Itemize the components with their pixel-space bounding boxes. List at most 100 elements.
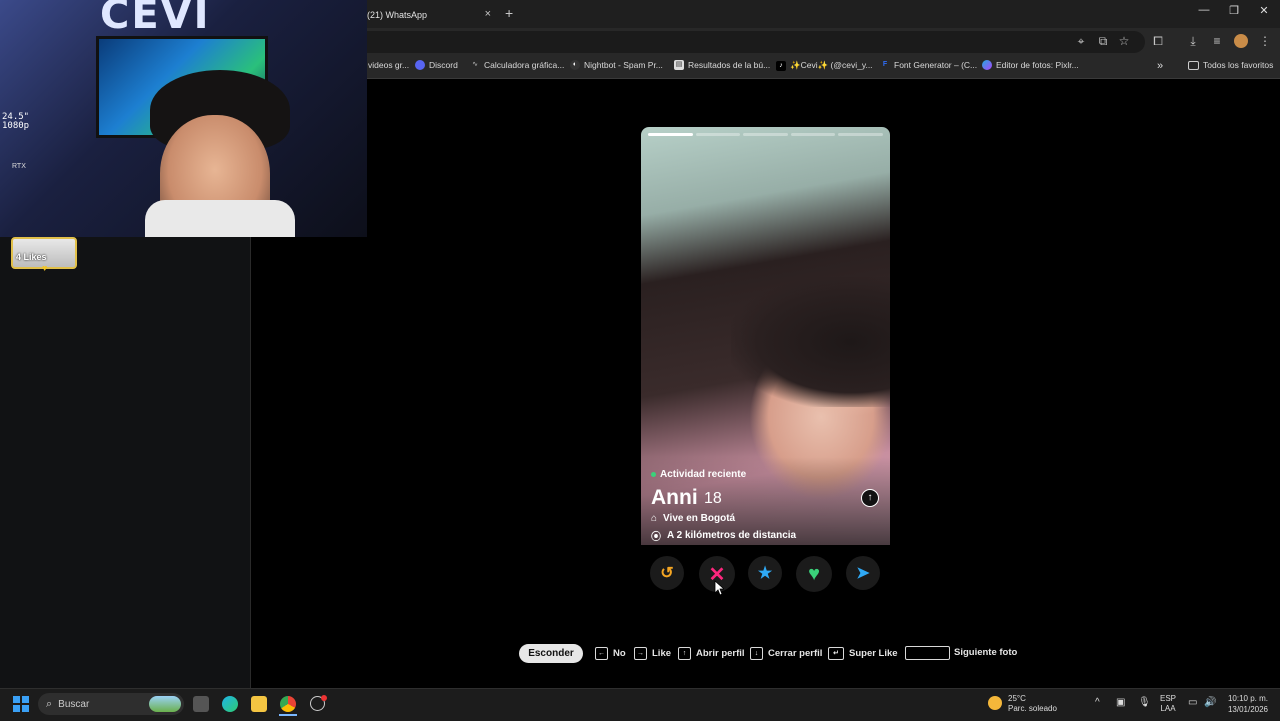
bookmark-item[interactable]: ◐ Nightbot - Spam Pr... <box>570 60 663 70</box>
location-icon[interactable]: ⌖ <box>1073 34 1089 49</box>
tiktok-icon: ♪ <box>776 60 786 71</box>
left-arrow-key-icon: ← <box>595 647 608 660</box>
gold-heart-icon: ♥ <box>42 263 48 273</box>
active-app-indicator <box>279 714 297 716</box>
profile-distance: ⦿ A 2 kilómetros de distancia <box>651 530 797 543</box>
home-icon: ⌂ <box>651 513 658 524</box>
bookmark-item[interactable]: Editor de fotos: Pixlr... <box>982 60 1079 70</box>
file-explorer-icon[interactable] <box>251 696 267 712</box>
more-menu-icon[interactable]: ⋮ <box>1257 34 1273 48</box>
install-app-icon[interactable]: ⧉ <box>1095 34 1111 49</box>
network-icon[interactable]: ▭ <box>1188 697 1197 708</box>
bookmark-star-icon[interactable]: ☆ <box>1116 34 1132 48</box>
search-highlight-image <box>149 696 181 712</box>
windows-start-icon[interactable] <box>13 696 29 712</box>
webcam-overlay: CEVI 24.5" 1080p RTX <box>0 0 367 237</box>
photo-progress-bar <box>648 133 883 136</box>
photo-progress-segment <box>838 133 883 136</box>
space-key-icon <box>905 646 950 660</box>
restore-button[interactable]: ❐ <box>1222 4 1246 17</box>
profile-age: 18 <box>704 490 722 507</box>
rewind-button[interactable]: ↺ <box>650 556 684 590</box>
photo-progress-segment <box>648 133 693 136</box>
minimize-button[interactable]: — <box>1192 4 1216 16</box>
bookmark-item[interactable]: F Font Generator – (C... <box>880 60 977 70</box>
bookmark-item[interactable]: ∿ Calculadora gráfica... <box>470 60 564 70</box>
shortcut-super-like: ↵ Super Like <box>828 647 898 660</box>
boost-button[interactable]: ➤ <box>846 556 880 590</box>
pixlr-icon <box>982 60 992 70</box>
profile-location: ⌂ Vive en Bogotá <box>651 513 736 524</box>
profile-avatar[interactable] <box>1234 34 1248 48</box>
volume-icon[interactable]: 🔊 <box>1204 697 1216 708</box>
photo-progress-segment <box>743 133 788 136</box>
location-pin-icon: ⦿ <box>651 532 661 543</box>
online-dot-icon <box>651 472 656 477</box>
weather-widget[interactable]: 25°C Parc. soleado <box>1008 694 1057 714</box>
open-profile-button[interactable]: ↑ <box>861 489 879 507</box>
close-window-button[interactable]: ✕ <box>1252 4 1276 17</box>
photo-hair <box>731 277 890 407</box>
extensions-icon[interactable]: ⧠ <box>1150 34 1166 49</box>
shortcut-no: ← No <box>595 647 626 660</box>
tab-whatsapp[interactable]: (21) WhatsApp × <box>357 2 497 28</box>
photo-progress-segment <box>790 133 836 136</box>
streamer-shirt <box>145 200 295 237</box>
mouse-cursor-icon <box>714 580 724 596</box>
cam-background-logo: CEVI <box>100 0 211 38</box>
search-results-icon: ▤ <box>674 60 684 70</box>
shortcut-open-profile: ↑ Abrir perfil <box>678 647 745 660</box>
close-tab-icon[interactable]: × <box>485 8 491 20</box>
photo-progress-segment <box>695 133 741 136</box>
download-icon[interactable]: ⤓ <box>1185 34 1201 49</box>
bookmark-item[interactable]: Discord <box>415 60 458 70</box>
new-tab-button[interactable]: + <box>505 5 513 21</box>
tray-app-icon[interactable]: ▣ <box>1116 697 1125 708</box>
likes-label: 4 Likes <box>16 252 47 262</box>
tray-expand-icon[interactable]: ^ <box>1095 697 1100 708</box>
address-input[interactable] <box>355 31 1145 53</box>
chrome-icon[interactable] <box>280 696 296 712</box>
notification-dot <box>321 695 327 701</box>
bookmark-item[interactable]: ▤ Resultados de la bú... <box>674 60 770 70</box>
up-arrow-key-icon: ↑ <box>678 647 691 660</box>
star-icon: ★ <box>757 565 773 582</box>
all-bookmarks-folder[interactable]: Todos los favoritos <box>1188 60 1273 70</box>
discord-icon <box>415 60 425 70</box>
shortcut-close-profile: ↓ Cerrar perfil <box>750 647 822 660</box>
edge-icon[interactable] <box>222 696 238 712</box>
bookmark-item[interactable]: ♪ ✨Cevi✨ (@cevi_y... <box>776 60 873 71</box>
search-placeholder: Buscar <box>58 698 90 710</box>
folder-icon <box>1188 60 1199 70</box>
bookmark-item[interactable]: videos gr... <box>368 60 409 70</box>
like-button[interactable]: ♥ <box>796 556 832 592</box>
calculator-icon: ∿ <box>472 61 478 68</box>
tab-title: (21) WhatsApp <box>367 10 428 20</box>
taskbar-clock[interactable]: 10:10 p. m. 13/01/2026 <box>1222 693 1268 715</box>
send-icon: ➤ <box>856 565 870 582</box>
hide-shortcuts-button[interactable]: Esconder <box>519 644 583 663</box>
heart-icon: ♥ <box>808 562 820 585</box>
cam-monitor-label: 24.5" 1080p <box>2 112 30 131</box>
media-controls-icon[interactable]: ≡ <box>1209 34 1225 48</box>
down-arrow-key-icon: ↓ <box>750 647 763 660</box>
font-icon: F <box>882 61 888 68</box>
weather-icon <box>988 696 1002 710</box>
windows-taskbar <box>0 688 1280 721</box>
nightbot-icon: ◐ <box>570 60 580 70</box>
shortcut-like: → Like <box>634 647 671 660</box>
profile-name: Anni <box>651 486 698 509</box>
language-indicator[interactable]: ESP LAA <box>1160 694 1176 714</box>
microphone-icon[interactable]: 🎙 <box>1138 697 1151 708</box>
recent-activity-badge: Actividad reciente <box>651 469 746 480</box>
task-view-icon[interactable] <box>193 696 209 712</box>
taskbar-search[interactable]: ⌕ Buscar <box>38 693 184 715</box>
right-arrow-key-icon: → <box>634 647 647 660</box>
shortcut-next-photo: Siguiente foto <box>954 647 1018 658</box>
cam-gpu-box: RTX <box>12 163 26 170</box>
super-like-button[interactable]: ★ <box>748 556 782 590</box>
enter-key-icon: ↵ <box>828 647 844 660</box>
rewind-icon: ↺ <box>660 565 674 582</box>
search-icon: ⌕ <box>46 697 53 710</box>
bookmarks-overflow-button[interactable]: » <box>1157 60 1163 72</box>
